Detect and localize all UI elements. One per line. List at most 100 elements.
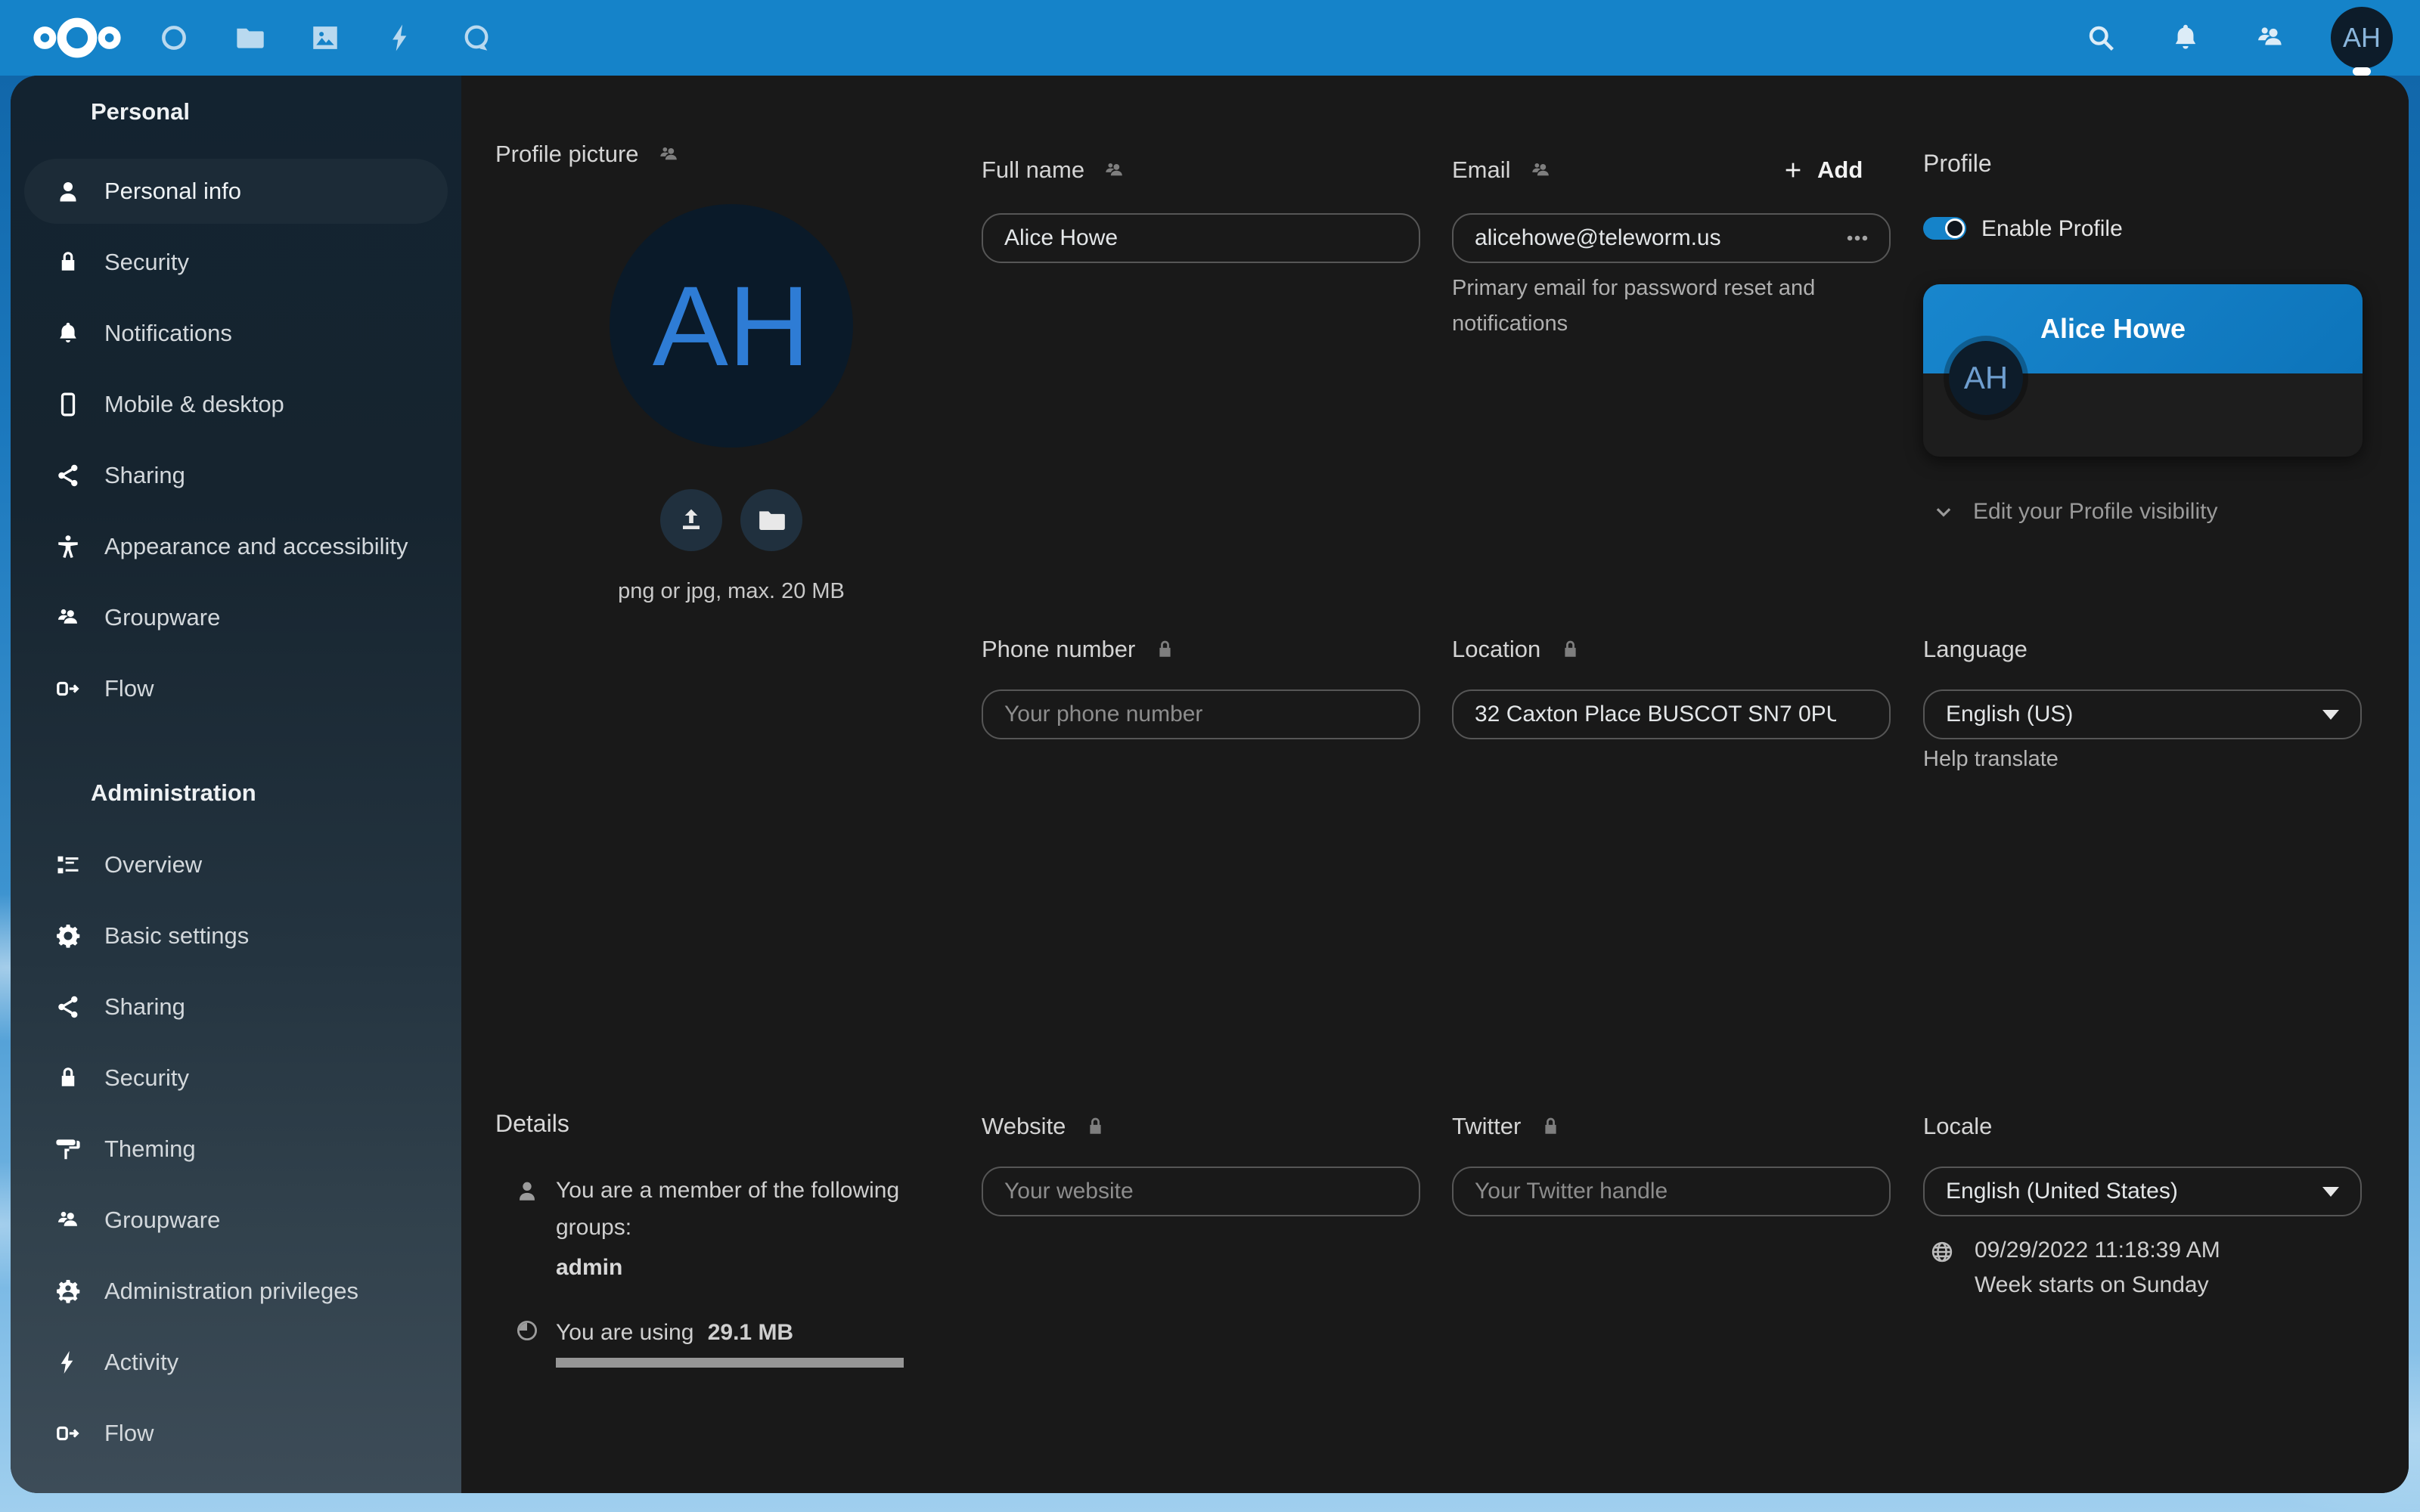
- sidebar-item-admin-flow[interactable]: Flow: [24, 1401, 448, 1466]
- app-activity[interactable]: [375, 12, 427, 64]
- add-email-button[interactable]: Add: [1781, 153, 1863, 187]
- email-helper-text: Primary email for password reset and not…: [1452, 271, 1845, 342]
- scope-lock-icon[interactable]: [1153, 638, 1177, 662]
- choose-from-files-button[interactable]: [740, 489, 802, 551]
- user-avatar-menu[interactable]: AH: [2331, 7, 2393, 69]
- notifications-button[interactable]: [2161, 14, 2210, 62]
- sidebar-item-flow[interactable]: Flow: [24, 656, 448, 721]
- sidebar-item-notifications[interactable]: Notifications: [24, 301, 448, 366]
- upload-avatar-button[interactable]: [660, 489, 722, 551]
- profile-picture-avatar: AH: [610, 204, 853, 448]
- unified-search-button[interactable]: [2077, 14, 2125, 62]
- sidebar-item-label: Administration privileges: [104, 1278, 358, 1305]
- email-options-button[interactable]: [1841, 222, 1874, 255]
- sidebar-item-administration-privileges[interactable]: Administration privileges: [24, 1259, 448, 1324]
- nextcloud-logo[interactable]: [29, 14, 126, 66]
- phone-label: Phone number: [982, 636, 1135, 663]
- sidebar-item-appearance-accessibility[interactable]: Appearance and accessibility: [24, 514, 448, 579]
- app-talk[interactable]: [451, 12, 502, 64]
- sidebar-item-admin-groupware[interactable]: Groupware: [24, 1188, 448, 1253]
- globe-icon: [1929, 1239, 1955, 1265]
- avatar-upload-hint: png or jpg, max. 20 MB: [550, 579, 913, 604]
- language-label-row: Language: [1923, 633, 2028, 666]
- help-translate-link[interactable]: Help translate: [1923, 747, 2059, 772]
- dashboard-icon: [158, 22, 190, 54]
- full-name-input[interactable]: [982, 213, 1420, 263]
- sidebar-item-label: Basic settings: [104, 922, 249, 950]
- scope-contacts-icon[interactable]: [1529, 159, 1553, 182]
- sidebar-item-sharing[interactable]: Sharing: [24, 443, 448, 508]
- profile-preview-card[interactable]: Alice Howe AH: [1923, 284, 2363, 457]
- sidebar-item-basic-settings[interactable]: Basic settings: [24, 903, 448, 968]
- sidebar-item-label: Sharing: [104, 993, 185, 1021]
- quota-usage-prefix: You are using: [556, 1320, 693, 1345]
- language-select[interactable]: English (US): [1923, 689, 2362, 739]
- scope-lock-icon[interactable]: [1539, 1115, 1562, 1139]
- profile-card-name: Alice Howe: [2040, 284, 2186, 373]
- sidebar-section-personal: Personal: [91, 91, 448, 133]
- phone-label-row: Phone number: [982, 633, 1177, 666]
- scope-contacts-icon[interactable]: [1103, 159, 1126, 182]
- talk-bubble-icon: [461, 22, 492, 54]
- app-dashboard[interactable]: [148, 12, 200, 64]
- lock-icon: [54, 1064, 82, 1092]
- search-icon: [2084, 21, 2118, 54]
- sidebar-item-theming[interactable]: Theming: [24, 1117, 448, 1182]
- sidebar-item-mobile-desktop[interactable]: Mobile & desktop: [24, 372, 448, 437]
- add-email-label: Add: [1817, 156, 1863, 184]
- share-icon: [54, 993, 82, 1021]
- location-input[interactable]: [1452, 689, 1891, 739]
- website-input[interactable]: [982, 1167, 1420, 1216]
- quota-pie-icon: [514, 1318, 540, 1343]
- scope-contacts-icon[interactable]: [657, 143, 681, 166]
- enable-profile-toggle[interactable]: [1923, 217, 1966, 240]
- chevron-down-icon: [2322, 710, 2339, 720]
- profile-picture-label: Profile picture: [495, 141, 639, 168]
- sidebar-item-security[interactable]: Security: [24, 230, 448, 295]
- scope-lock-icon[interactable]: [1084, 1115, 1107, 1139]
- profile-card-avatar: AH: [1949, 341, 2023, 415]
- contacts-menu-button[interactable]: [2246, 14, 2294, 62]
- toggle-knob: [1945, 218, 1965, 238]
- sidebar-item-admin-activity[interactable]: Activity: [24, 1330, 448, 1395]
- profile-picture-label-row: Profile picture: [495, 138, 681, 171]
- sidebar-item-admin-talk[interactable]: Talk: [24, 1472, 448, 1493]
- folder-icon: [756, 505, 786, 535]
- sidebar-item-label: Talk: [104, 1491, 146, 1493]
- twitter-label: Twitter: [1452, 1113, 1521, 1140]
- quota-usage-value: 29.1 MB: [708, 1320, 793, 1345]
- email-label-row: Email: [1452, 153, 1553, 187]
- sidebar-item-groupware[interactable]: Groupware: [24, 585, 448, 650]
- sidebar-item-admin-sharing[interactable]: Sharing: [24, 974, 448, 1040]
- locale-select[interactable]: English (United States): [1923, 1167, 2362, 1216]
- phone-input[interactable]: [982, 689, 1420, 739]
- three-dots-icon: [1844, 225, 1870, 251]
- location-label-row: Location: [1452, 633, 1582, 666]
- scope-lock-icon[interactable]: [1559, 638, 1582, 662]
- sidebar-item-admin-security[interactable]: Security: [24, 1046, 448, 1111]
- sidebar-item-label: Notifications: [104, 320, 232, 347]
- sidebar-item-label: Groupware: [104, 604, 220, 631]
- edit-profile-visibility[interactable]: Edit your Profile visibility: [1932, 499, 2217, 525]
- sidebar-item-label: Mobile & desktop: [104, 391, 284, 418]
- sidebar-item-label: Personal info: [104, 178, 241, 205]
- sidebar-item-overview[interactable]: Overview: [24, 832, 448, 897]
- sidebar-item-personal-info[interactable]: Personal info: [24, 159, 448, 224]
- mobile-icon: [54, 391, 82, 418]
- full-name-label: Full name: [982, 156, 1084, 184]
- app-photos[interactable]: [299, 12, 351, 64]
- app-files[interactable]: [224, 12, 275, 64]
- share-icon: [54, 462, 82, 489]
- week-start-text: Week starts on Sunday: [1975, 1269, 2209, 1302]
- lock-icon: [54, 249, 82, 276]
- profile-heading: Profile: [1923, 150, 1992, 178]
- bell-icon: [54, 320, 82, 347]
- sidebar-item-label: Theming: [104, 1136, 196, 1163]
- avatar-initials: AH: [1964, 360, 2008, 396]
- photos-icon: [309, 22, 341, 54]
- plus-icon: [1781, 158, 1805, 182]
- gear-icon: [54, 922, 82, 950]
- language-selected-value: English (US): [1946, 702, 2073, 727]
- email-input[interactable]: [1452, 213, 1891, 263]
- twitter-input[interactable]: [1452, 1167, 1891, 1216]
